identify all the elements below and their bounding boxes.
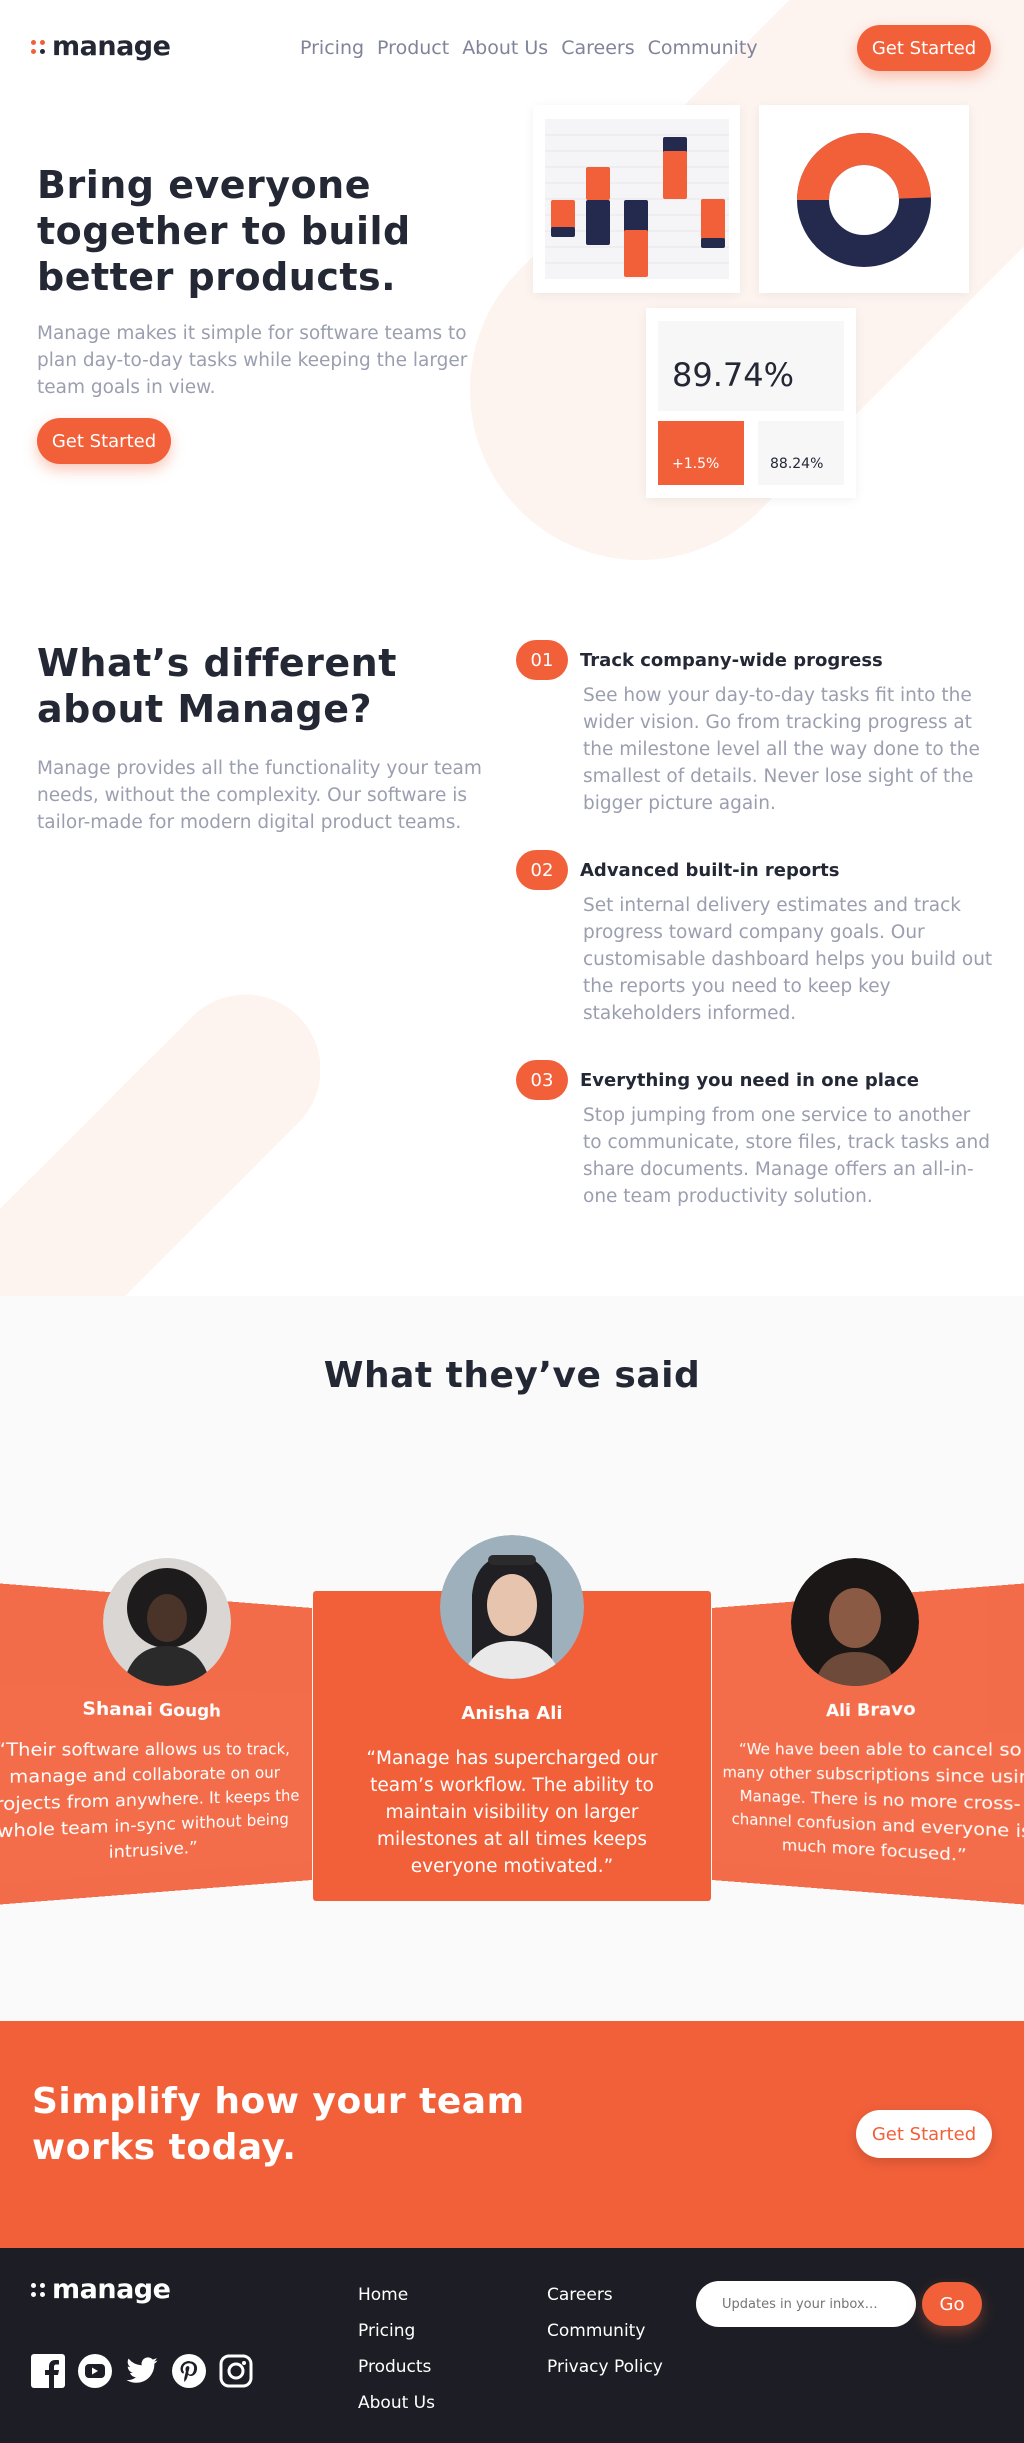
feature-number-badge: 03 xyxy=(516,1060,568,1100)
nav-community[interactable]: Community xyxy=(648,37,758,59)
stats-big-value: 89.74% xyxy=(672,356,795,394)
nav-about-us[interactable]: About Us xyxy=(462,37,548,59)
logo-text: manage xyxy=(52,31,171,62)
testimonial-quote: “We have been able to cancel so many oth… xyxy=(722,1739,1024,1866)
instagram-icon[interactable] xyxy=(219,2354,253,2388)
bar-chart-graphic xyxy=(545,119,729,279)
hero-get-started-button[interactable]: Get Started xyxy=(37,418,171,464)
newsletter-go-button[interactable]: Go xyxy=(922,2282,982,2326)
features-bg-shape xyxy=(0,980,320,1310)
hero-title: Bring everyone together to build better … xyxy=(37,163,411,299)
feature-title: Advanced built-in reports xyxy=(580,860,840,881)
logo-dots-icon xyxy=(31,2282,45,2297)
testimonial-quote: “Manage has supercharged our team’s work… xyxy=(366,1748,658,1877)
avatar-shanai xyxy=(103,1558,231,1686)
stats-card: 89.74% +1.5% 88.24% xyxy=(646,308,856,498)
testimonial-name: Shanai Gough xyxy=(82,1697,221,1721)
newsletter-email-input[interactable] xyxy=(696,2281,916,2327)
testimonial-name: Anisha Ali xyxy=(461,1703,563,1724)
nav-pricing[interactable]: Pricing xyxy=(300,37,364,59)
features-description: Manage provides all the functionality yo… xyxy=(37,758,482,833)
donut-chart-card xyxy=(759,105,969,293)
twitter-icon[interactable] xyxy=(125,2354,159,2388)
footer-logo[interactable]: manage xyxy=(31,2274,171,2305)
main-nav: Pricing Product About Us Careers Communi… xyxy=(300,37,758,59)
footer-links-col1: Home Pricing Products About Us xyxy=(358,2285,435,2413)
social-links xyxy=(31,2354,253,2388)
testimonial-quote: “Their software allows us to track, mana… xyxy=(0,1739,300,1863)
testimonial-name: Ali Bravo xyxy=(826,1698,916,1721)
stats-change-tile xyxy=(658,421,744,485)
footer-link-pricing[interactable]: Pricing xyxy=(358,2321,435,2341)
stats-secondary-value: 88.24% xyxy=(770,456,824,472)
facebook-icon[interactable] xyxy=(31,2354,65,2388)
nav-product[interactable]: Product xyxy=(377,37,449,59)
footer-link-community[interactable]: Community xyxy=(547,2321,663,2341)
footer-link-home[interactable]: Home xyxy=(358,2285,435,2305)
footer-link-careers[interactable]: Careers xyxy=(547,2285,663,2305)
feature-number-badge: 01 xyxy=(516,640,568,680)
footer-link-products[interactable]: Products xyxy=(358,2357,435,2377)
logo-dots-icon xyxy=(31,39,45,54)
hero-description: Manage makes it simple for software team… xyxy=(37,323,468,398)
donut-chart-graphic xyxy=(797,132,931,267)
testimonials-title: What they’ve said xyxy=(323,1355,701,1396)
cta-get-started-button[interactable]: Get Started xyxy=(856,2110,992,2158)
logo-text: manage xyxy=(52,2274,171,2305)
header-get-started-button[interactable]: Get Started xyxy=(857,25,991,71)
footer-links-col2: Careers Community Privacy Policy xyxy=(547,2285,663,2377)
feature-description: Set internal delivery estimates and trac… xyxy=(583,895,993,1024)
header-logo[interactable]: manage xyxy=(31,31,171,62)
feature-description: See how your day-to-day tasks fit into t… xyxy=(583,685,980,814)
bar-chart-card xyxy=(533,105,740,293)
avatar-ali-bravo xyxy=(791,1558,919,1686)
footer-link-privacy-policy[interactable]: Privacy Policy xyxy=(547,2357,663,2377)
stats-change-value: +1.5% xyxy=(672,456,720,472)
nav-careers[interactable]: Careers xyxy=(561,37,634,59)
avatar-anisha xyxy=(440,1535,584,1679)
feature-title: Everything you need in one place xyxy=(580,1070,919,1091)
features-title: What’s different about Manage? xyxy=(37,641,397,731)
cta-title: Simplify how your team works today. xyxy=(32,2081,525,2168)
feature-number-badge: 02 xyxy=(516,850,568,890)
feature-title: Track company-wide progress xyxy=(580,650,883,671)
youtube-icon[interactable] xyxy=(78,2354,112,2388)
pinterest-icon[interactable] xyxy=(172,2354,206,2388)
footer-link-about-us[interactable]: About Us xyxy=(358,2393,435,2413)
feature-description: Stop jumping from one service to another… xyxy=(583,1105,990,1207)
